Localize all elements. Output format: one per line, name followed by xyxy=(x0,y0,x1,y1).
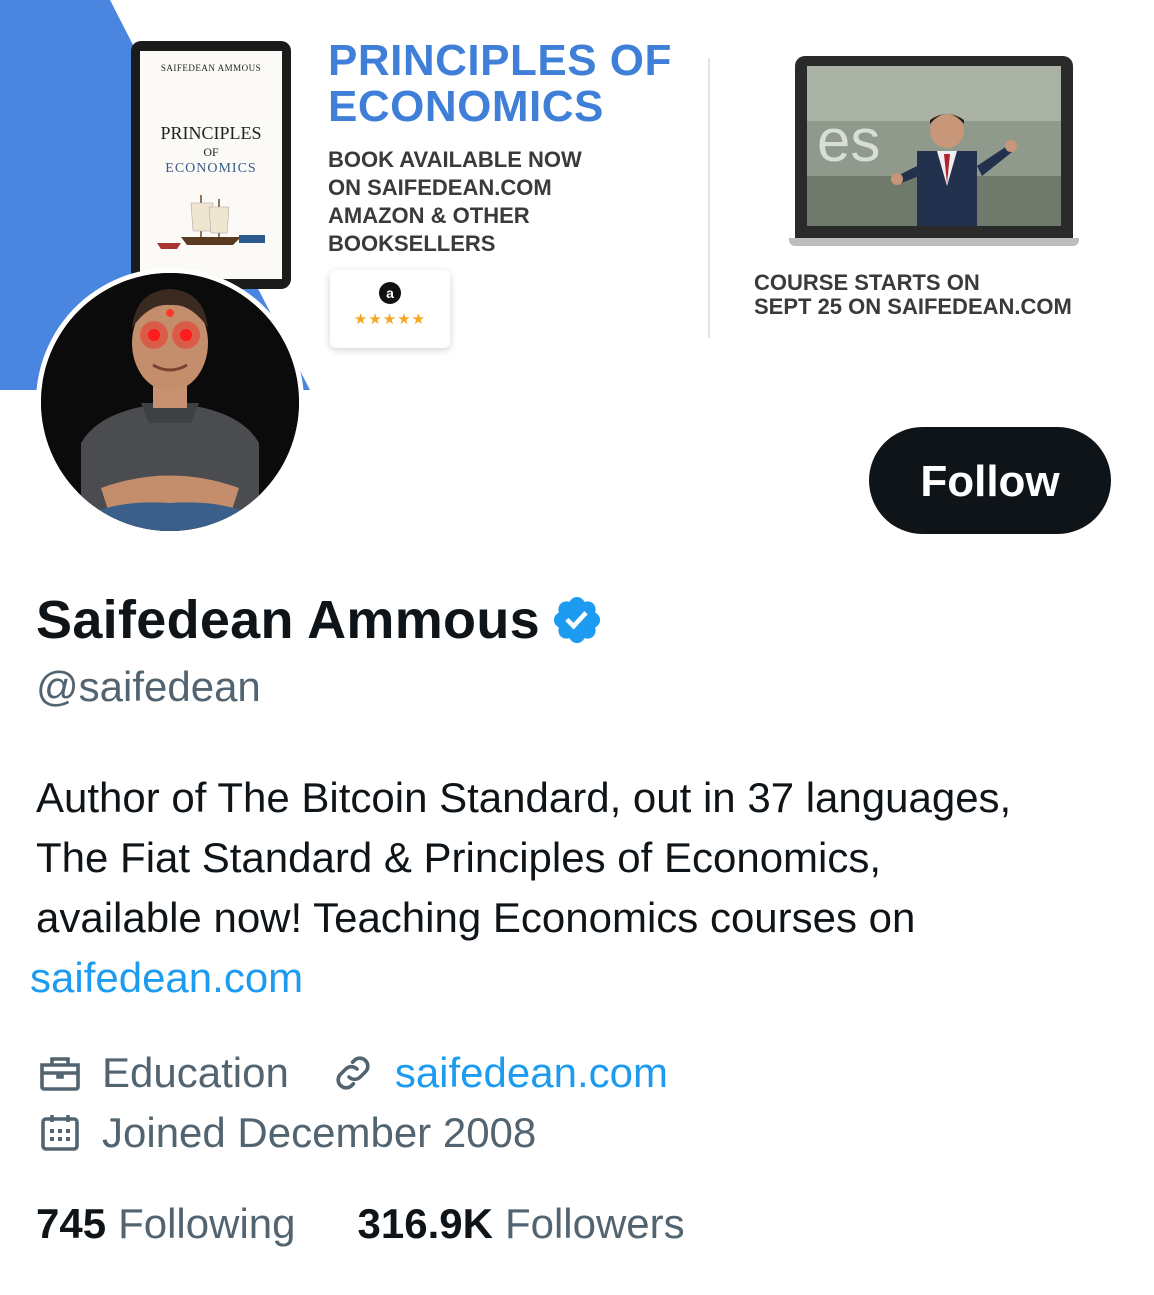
course-line-1: COURSE STARTS ON xyxy=(754,270,980,295)
book-tablet-image: SAIFEDEAN AMMOUS PRINCIPLES OF ECONOMICS xyxy=(131,41,291,289)
name-row: Saifedean Ammous xyxy=(36,585,604,655)
promo-title-line2: ECONOMICS xyxy=(328,82,604,131)
book-subtitle: ECONOMICS xyxy=(165,161,257,176)
display-name: Saifedean Ammous xyxy=(36,590,540,650)
followers-stat[interactable]: 316.9K Followers xyxy=(358,1200,685,1248)
followers-label: Followers xyxy=(504,1200,685,1247)
follow-stats: 745 Following 316.9K Followers xyxy=(36,1200,685,1248)
promo-title: PRINCIPLES OF ECONOMICS xyxy=(328,38,688,130)
avatar-illustration xyxy=(41,273,299,531)
category-label: Education xyxy=(102,1049,289,1096)
course-line-2: SEPT 25 ON SAIFEDEAN.COM xyxy=(754,294,1072,319)
lecturer-illustration: es xyxy=(807,66,1061,226)
following-count: 745 xyxy=(36,1200,107,1247)
verified-badge-icon[interactable] xyxy=(550,593,604,647)
laptop-image: es xyxy=(795,56,1073,242)
joined-date: Joined December 2008 xyxy=(102,1109,537,1156)
website-link[interactable]: saifedean.com xyxy=(395,1049,668,1097)
banner-divider xyxy=(708,58,710,338)
profile-meta-row-1: Education saifedean.com xyxy=(36,1043,668,1103)
bio: Author of The Bitcoin Standard, out in 3… xyxy=(36,768,1126,948)
svg-text:es: es xyxy=(817,107,880,174)
promo-title-line1: PRINCIPLES OF xyxy=(328,36,672,85)
link-icon xyxy=(336,1056,370,1090)
laptop-base xyxy=(789,238,1079,246)
promo-line-4: BOOKSELLERS xyxy=(328,231,496,256)
book-author: SAIFEDEAN AMMOUS xyxy=(160,63,262,73)
amazon-icon: a xyxy=(379,282,401,304)
promo-line-3: AMAZON & OTHER xyxy=(328,203,530,228)
rating-stars: ★★★★★ xyxy=(353,311,427,328)
promo-line-1: BOOK AVAILABLE NOW xyxy=(328,147,582,172)
bio-line-3: available now! Teaching Economics course… xyxy=(36,894,916,941)
amazon-rating-card: a ★★★★★ xyxy=(330,270,450,348)
follow-button[interactable]: Follow xyxy=(869,427,1111,534)
book-title-of: OF xyxy=(203,145,219,159)
book-title: PRINCIPLES xyxy=(160,123,262,143)
promo-line-2: ON SAIFEDEAN.COM xyxy=(328,175,552,200)
followers-count: 316.9K xyxy=(357,1200,493,1247)
bio-line-1: Author of The Bitcoin Standard, out in 3… xyxy=(36,774,1012,821)
following-label: Following xyxy=(118,1200,296,1247)
following-stat[interactable]: 745 Following xyxy=(36,1200,296,1248)
handle: @saifedean xyxy=(36,663,261,710)
course-announcement: COURSE STARTS ON SEPT 25 ON SAIFEDEAN.CO… xyxy=(754,271,1134,319)
book-cover: SAIFEDEAN AMMOUS PRINCIPLES OF ECONOMICS xyxy=(140,51,282,279)
lecture-photo: es xyxy=(807,66,1061,226)
avatar-frame[interactable] xyxy=(36,268,304,536)
bio-website-link[interactable]: saifedean.com xyxy=(30,948,303,1008)
calendar-icon xyxy=(41,1115,79,1151)
ship-illustration xyxy=(157,195,265,249)
bio-line-2: The Fiat Standard & Principles of Econom… xyxy=(36,834,882,881)
briefcase-icon xyxy=(40,1057,80,1091)
profile-meta-row-2: Joined December 2008 xyxy=(36,1103,536,1163)
promo-text: BOOK AVAILABLE NOW ON SAIFEDEAN.COM AMAZ… xyxy=(328,146,658,258)
avatar[interactable] xyxy=(41,273,299,531)
